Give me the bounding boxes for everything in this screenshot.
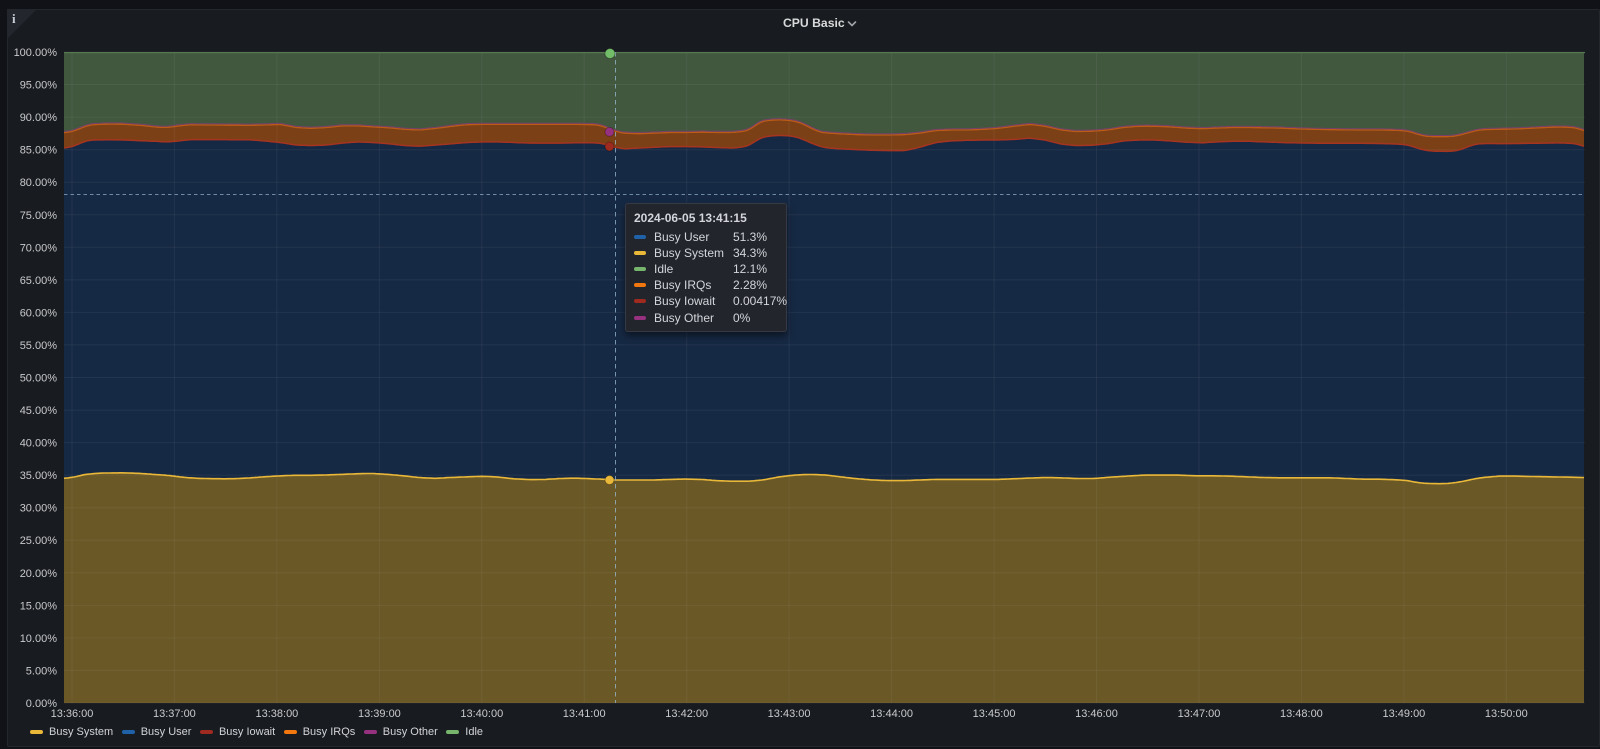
svg-text:100.00%: 100.00% bbox=[14, 47, 58, 59]
svg-text:50.00%: 50.00% bbox=[20, 373, 58, 385]
svg-text:35.00%: 35.00% bbox=[20, 470, 58, 482]
svg-text:90.00%: 90.00% bbox=[20, 112, 58, 124]
svg-text:60.00%: 60.00% bbox=[20, 307, 58, 319]
svg-text:13:36:00: 13:36:00 bbox=[51, 708, 94, 720]
svg-text:80.00%: 80.00% bbox=[20, 177, 58, 189]
svg-text:20.00%: 20.00% bbox=[20, 568, 58, 580]
svg-text:13:39:00: 13:39:00 bbox=[358, 708, 401, 720]
svg-text:13:37:00: 13:37:00 bbox=[153, 708, 196, 720]
svg-text:13:42:00: 13:42:00 bbox=[665, 708, 708, 720]
svg-text:13:46:00: 13:46:00 bbox=[1075, 708, 1118, 720]
svg-text:5.00%: 5.00% bbox=[26, 666, 57, 678]
svg-text:13:47:00: 13:47:00 bbox=[1178, 708, 1221, 720]
svg-text:85.00%: 85.00% bbox=[20, 145, 58, 157]
svg-text:45.00%: 45.00% bbox=[20, 405, 58, 417]
svg-text:13:43:00: 13:43:00 bbox=[768, 708, 811, 720]
svg-text:13:41:00: 13:41:00 bbox=[563, 708, 606, 720]
svg-text:30.00%: 30.00% bbox=[20, 503, 58, 515]
svg-text:15.00%: 15.00% bbox=[20, 600, 58, 612]
svg-text:95.00%: 95.00% bbox=[20, 80, 58, 92]
svg-text:13:44:00: 13:44:00 bbox=[870, 708, 913, 720]
svg-text:13:49:00: 13:49:00 bbox=[1382, 708, 1425, 720]
svg-text:13:40:00: 13:40:00 bbox=[460, 708, 503, 720]
svg-text:70.00%: 70.00% bbox=[20, 242, 58, 254]
svg-text:13:38:00: 13:38:00 bbox=[255, 708, 298, 720]
svg-text:13:50:00: 13:50:00 bbox=[1485, 708, 1528, 720]
svg-text:25.00%: 25.00% bbox=[20, 535, 58, 547]
svg-text:13:48:00: 13:48:00 bbox=[1280, 708, 1323, 720]
svg-text:40.00%: 40.00% bbox=[20, 438, 58, 450]
svg-text:13:45:00: 13:45:00 bbox=[973, 708, 1016, 720]
svg-text:10.00%: 10.00% bbox=[20, 633, 58, 645]
svg-text:55.00%: 55.00% bbox=[20, 340, 58, 352]
svg-text:75.00%: 75.00% bbox=[20, 210, 58, 222]
svg-text:65.00%: 65.00% bbox=[20, 275, 58, 287]
